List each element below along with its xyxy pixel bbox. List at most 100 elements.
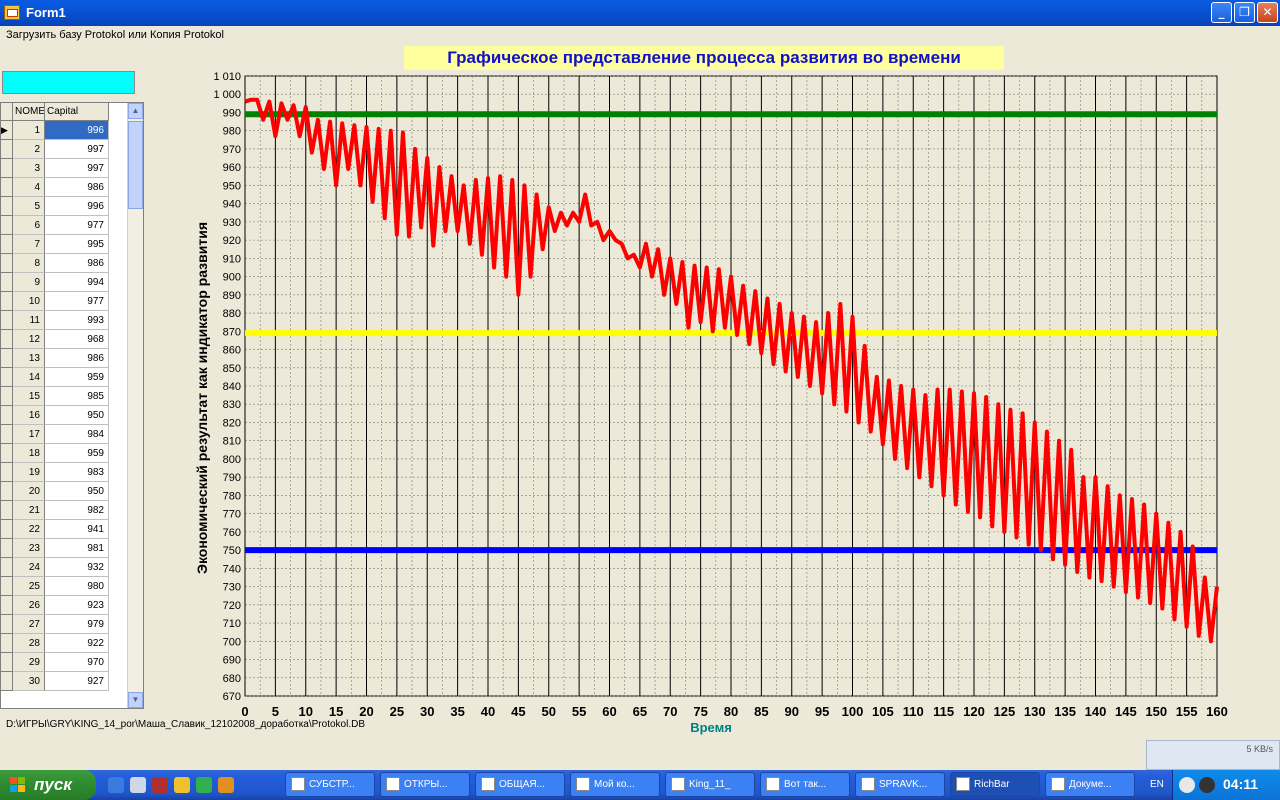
row-indicator[interactable] <box>1 596 13 615</box>
row-indicator[interactable] <box>1 634 13 653</box>
row-number[interactable]: 3 <box>13 159 45 178</box>
taskbar-button[interactable]: ОТКРЫ... <box>380 772 470 797</box>
row-indicator[interactable] <box>1 254 13 273</box>
row-indicator[interactable] <box>1 387 13 406</box>
lightning-app-icon[interactable] <box>218 777 234 793</box>
row-number[interactable]: 17 <box>13 425 45 444</box>
table-row[interactable]: 9 994 <box>1 273 128 292</box>
taskbar-button[interactable]: RichBar <box>950 772 1040 797</box>
row-indicator[interactable] <box>1 672 13 691</box>
row-indicator[interactable] <box>1 463 13 482</box>
capital-cell[interactable]: 970 <box>45 653 109 672</box>
title-bar[interactable]: Form1 _ ❐ ✕ <box>0 0 1280 26</box>
capital-cell[interactable]: 950 <box>45 482 109 501</box>
row-number[interactable]: 9 <box>13 273 45 292</box>
row-indicator[interactable] <box>1 444 13 463</box>
capital-cell[interactable]: 980 <box>45 577 109 596</box>
table-row[interactable]: 26 923 <box>1 596 128 615</box>
row-number[interactable]: 1 <box>13 121 45 140</box>
table-row[interactable]: 5 996 <box>1 197 128 216</box>
capital-cell[interactable]: 968 <box>45 330 109 349</box>
table-row[interactable]: 6 977 <box>1 216 128 235</box>
row-number[interactable]: 15 <box>13 387 45 406</box>
row-number[interactable]: 16 <box>13 406 45 425</box>
row-indicator[interactable] <box>1 482 13 501</box>
row-number[interactable]: 6 <box>13 216 45 235</box>
spider-tray-icon[interactable] <box>1199 777 1215 793</box>
language-indicator[interactable]: EN <box>1150 779 1164 790</box>
row-indicator[interactable] <box>1 140 13 159</box>
table-row[interactable]: 22 941 <box>1 520 128 539</box>
row-number[interactable]: 12 <box>13 330 45 349</box>
desktop-icon[interactable] <box>130 777 146 793</box>
arrow-tray-icon[interactable] <box>1179 777 1195 793</box>
table-row[interactable]: 16 950 <box>1 406 128 425</box>
row-indicator[interactable] <box>1 406 13 425</box>
row-indicator[interactable] <box>1 349 13 368</box>
ie-icon[interactable] <box>108 777 124 793</box>
capital-cell[interactable]: 997 <box>45 140 109 159</box>
capital-cell[interactable]: 959 <box>45 368 109 387</box>
table-row[interactable]: 19 983 <box>1 463 128 482</box>
row-number[interactable]: 21 <box>13 501 45 520</box>
table-row[interactable]: 27 979 <box>1 615 128 634</box>
row-number[interactable]: 30 <box>13 672 45 691</box>
start-button[interactable]: пуск <box>0 770 96 800</box>
row-number[interactable]: 23 <box>13 539 45 558</box>
row-number[interactable]: 14 <box>13 368 45 387</box>
row-number[interactable]: 29 <box>13 653 45 672</box>
taskbar-button[interactable]: King_11_ <box>665 772 755 797</box>
capital-cell[interactable]: 996 <box>45 197 109 216</box>
table-row[interactable]: 20 950 <box>1 482 128 501</box>
row-indicator[interactable] <box>1 159 13 178</box>
capital-cell[interactable]: 932 <box>45 558 109 577</box>
capital-cell[interactable]: 993 <box>45 311 109 330</box>
capital-cell[interactable]: 923 <box>45 596 109 615</box>
row-number[interactable]: 26 <box>13 596 45 615</box>
row-indicator[interactable] <box>1 216 13 235</box>
table-row[interactable]: 30 927 <box>1 672 128 691</box>
row-indicator[interactable] <box>1 558 13 577</box>
table-row[interactable]: 7 995 <box>1 235 128 254</box>
table-row[interactable]: 23 981 <box>1 539 128 558</box>
scroll-up-arrow-icon[interactable]: ▲ <box>128 103 143 119</box>
taskbar-button[interactable]: SPRAVK... <box>855 772 945 797</box>
column-header-nomer[interactable]: NOMER <box>13 103 45 121</box>
row-number[interactable]: 24 <box>13 558 45 577</box>
row-indicator[interactable] <box>1 615 13 634</box>
table-row[interactable]: ▶ 1 996 <box>1 121 128 140</box>
taskbar-button[interactable]: Докуме... <box>1045 772 1135 797</box>
capital-cell[interactable]: 986 <box>45 349 109 368</box>
row-indicator[interactable] <box>1 501 13 520</box>
row-number[interactable]: 20 <box>13 482 45 501</box>
row-number[interactable]: 10 <box>13 292 45 311</box>
row-indicator[interactable] <box>1 273 13 292</box>
capital-cell[interactable]: 986 <box>45 178 109 197</box>
row-number[interactable]: 19 <box>13 463 45 482</box>
taskbar-button[interactable]: СУБСТР... <box>285 772 375 797</box>
table-row[interactable]: 25 980 <box>1 577 128 596</box>
menu-item-load-db[interactable]: Загрузить базу Protokol или Копия Protok… <box>6 29 224 41</box>
row-number[interactable]: 22 <box>13 520 45 539</box>
row-number[interactable]: 11 <box>13 311 45 330</box>
row-indicator[interactable] <box>1 539 13 558</box>
capital-cell[interactable]: 981 <box>45 539 109 558</box>
capital-cell[interactable]: 986 <box>45 254 109 273</box>
app-icon[interactable] <box>4 5 20 20</box>
close-button[interactable]: ✕ <box>1257 2 1278 23</box>
table-row[interactable]: 14 959 <box>1 368 128 387</box>
table-row[interactable]: 11 993 <box>1 311 128 330</box>
capital-cell[interactable]: 927 <box>45 672 109 691</box>
row-number[interactable]: 7 <box>13 235 45 254</box>
capital-cell[interactable]: 959 <box>45 444 109 463</box>
table-row[interactable]: 12 968 <box>1 330 128 349</box>
taskbar-button[interactable]: Вот так... <box>760 772 850 797</box>
table-row[interactable]: 29 970 <box>1 653 128 672</box>
scroll-thumb[interactable] <box>128 121 143 209</box>
row-number[interactable]: 5 <box>13 197 45 216</box>
row-indicator[interactable] <box>1 197 13 216</box>
row-indicator[interactable] <box>1 577 13 596</box>
capital-cell[interactable]: 950 <box>45 406 109 425</box>
row-indicator[interactable] <box>1 368 13 387</box>
table-row[interactable]: 13 986 <box>1 349 128 368</box>
